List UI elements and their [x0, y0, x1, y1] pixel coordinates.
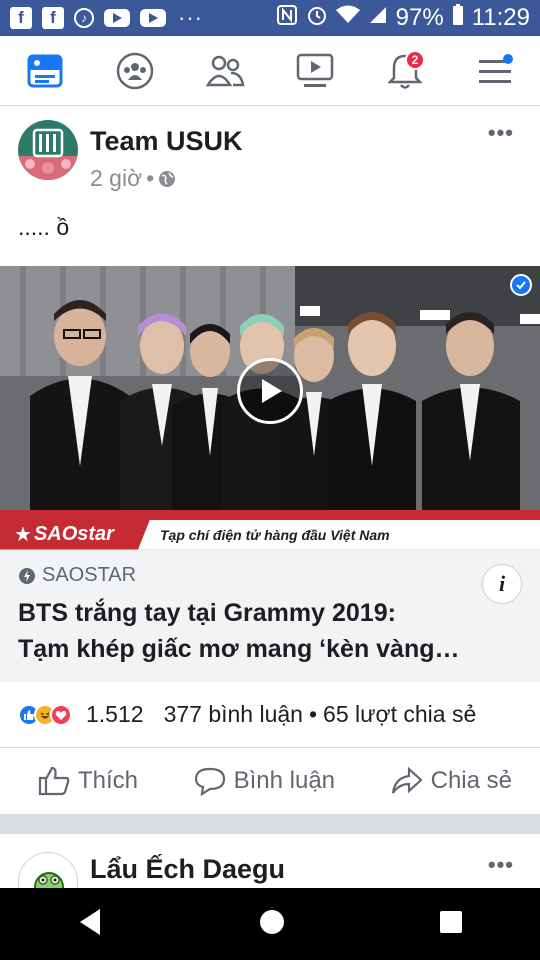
banner-brand: SAOstar — [33, 523, 114, 545]
avatar[interactable] — [18, 120, 78, 180]
share-button[interactable]: Chia sẻ — [391, 766, 512, 796]
tiktok-icon: ♪ — [74, 8, 94, 28]
tab-news-feed[interactable] — [15, 46, 75, 96]
comment-button[interactable]: Bình luận — [194, 766, 335, 796]
link-preview[interactable]: SAOSTAR BTS trắng tay tại Grammy 2019: T… — [0, 550, 540, 682]
tab-groups[interactable] — [105, 46, 165, 96]
system-nav-bar — [0, 888, 540, 960]
post-author[interactable]: Team USUK — [90, 126, 243, 157]
top-nav: 2 — [0, 36, 540, 106]
play-button[interactable] — [237, 358, 303, 424]
back-button[interactable] — [76, 907, 106, 942]
youtube-icon — [104, 9, 130, 27]
saostar-logo: ★ SAOstar — [0, 519, 150, 550]
clock: 11:29 — [471, 4, 530, 31]
reactions-bar[interactable]: 1.512 377 bình luận • 65 lượt chia sẻ — [0, 682, 540, 748]
reaction-icons — [18, 703, 72, 726]
link-site: SAOSTAR — [18, 564, 522, 587]
nfc-icon — [276, 4, 298, 32]
banner-tagline: Tạp chí điện tử hàng đầu Việt Nam — [160, 526, 390, 543]
play-icon — [262, 379, 282, 403]
feed-separator — [0, 814, 540, 834]
youtube-icon — [140, 9, 166, 27]
facebook-icon: f — [42, 7, 64, 29]
status-bar: f f ♪ ··· 97% 11:29 — [0, 0, 540, 36]
post-time[interactable]: 2 giờ — [90, 165, 142, 192]
verified-icon — [510, 274, 532, 296]
saostar-banner: ★ SAOstar Tạp chí điện tử hàng đầu Việt N… — [0, 516, 540, 550]
menu-dot — [503, 53, 513, 64]
globe-icon — [159, 170, 176, 187]
signal-icon — [368, 4, 388, 32]
saostar-site-icon — [19, 567, 35, 584]
post-options-button[interactable]: ••• — [488, 120, 514, 146]
share-icon — [391, 766, 423, 794]
comment-count[interactable]: 377 bình luận — [164, 701, 303, 728]
status-right: 97% 11:29 — [276, 0, 530, 36]
tab-notifications[interactable]: 2 — [375, 46, 435, 96]
tab-friends[interactable] — [195, 46, 255, 96]
back-icon — [80, 908, 100, 935]
post-author[interactable]: Lẩu Ếch Daegu — [90, 854, 285, 885]
friends-icon — [205, 55, 245, 86]
news-feed-icon — [27, 54, 63, 87]
tab-watch[interactable] — [285, 46, 345, 96]
overflow-icon: ··· — [178, 5, 203, 30]
groups-icon — [116, 52, 154, 89]
share-count[interactable]: 65 lượt chia sẻ — [323, 701, 476, 728]
link-title-line2[interactable]: Tạm khép giấc mơ mang ‘kèn vàng… — [18, 631, 522, 667]
reaction-count: 1.512 — [86, 701, 144, 727]
tab-menu[interactable] — [465, 46, 525, 96]
post-text: ..... ồ — [18, 214, 70, 240]
divider — [0, 106, 540, 114]
alarm-icon — [306, 4, 328, 33]
home-icon — [260, 909, 284, 934]
link-site-name: SAOSTAR — [42, 564, 137, 586]
like-label: Thích — [78, 767, 139, 794]
battery-icon — [452, 3, 464, 33]
home-button[interactable] — [258, 908, 286, 941]
post-meta: 2 giờ • — [90, 165, 243, 192]
info-button[interactable]: i — [482, 564, 522, 604]
recents-icon — [440, 910, 462, 933]
battery-text: 97% — [395, 4, 444, 31]
recents-button[interactable] — [438, 909, 464, 940]
link-title-line1[interactable]: BTS trắng tay tại Grammy 2019: — [18, 595, 522, 631]
reactions-separator: • — [308, 701, 318, 727]
comment-icon — [194, 767, 225, 796]
thumbs-up-icon — [38, 766, 70, 796]
share-label: Chia sẻ — [430, 767, 512, 794]
like-button[interactable]: Thích — [38, 766, 138, 796]
love-reaction-icon — [50, 703, 72, 726]
status-left-icons: f f ♪ ··· — [10, 5, 203, 31]
meta-separator: • — [146, 165, 155, 191]
post-header: Team USUK 2 giờ • ••• — [0, 114, 540, 200]
wifi-icon — [335, 4, 360, 32]
notification-badge: 2 — [405, 49, 425, 70]
post-options-button[interactable]: ••• — [488, 852, 514, 878]
video-thumbnail[interactable] — [0, 266, 540, 516]
facebook-icon: f — [10, 7, 32, 29]
watch-icon — [296, 53, 334, 87]
post-actions: Thích Bình luận Chia sẻ — [0, 748, 540, 814]
comment-label: Bình luận — [233, 767, 336, 794]
